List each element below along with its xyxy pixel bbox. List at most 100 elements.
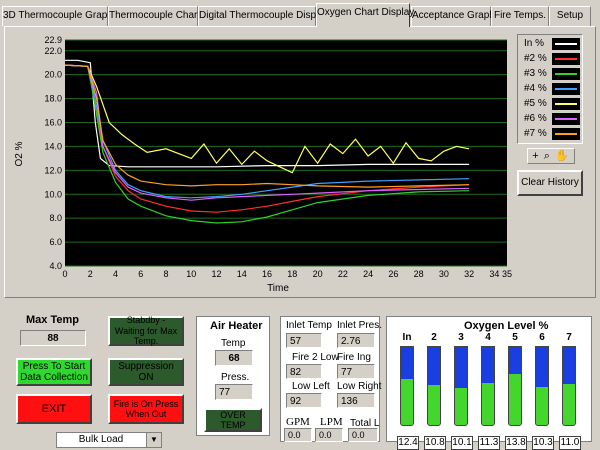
suppression-indicator: Suppression ON (108, 358, 184, 386)
x-tick-label: 16 (262, 269, 272, 279)
exit-button[interactable]: EXIT (16, 394, 92, 424)
oxygen-gauge-label: 6 (539, 332, 545, 343)
oxygen-gauge-label: 3 (458, 332, 464, 343)
x-tick-label: 18 (287, 269, 297, 279)
legend-swatch (552, 53, 580, 65)
gpm-value: 0.0 (284, 428, 312, 442)
x-tick-label: 2 (88, 269, 93, 279)
fire-on-button[interactable]: Fire is On Press When Out (108, 394, 184, 424)
dropdown-arrow-icon[interactable]: ▼ (146, 433, 161, 447)
legend-swatch-line (555, 43, 577, 45)
load-select[interactable]: Bulk Load ▼ (56, 432, 162, 448)
graph-palette[interactable]: + ⌕ ✋ (527, 148, 575, 164)
legend-label: #2 % (524, 53, 547, 64)
lpm-value: 0.0 (315, 428, 343, 442)
oxygen-gauge-value: 10.8 (424, 436, 446, 450)
air-heater-title: Air Heater (210, 320, 263, 332)
oxygen-gauge-fill (536, 386, 548, 425)
air-heater-temp-label: Temp (221, 338, 246, 349)
oxygen-gauge-tube (454, 346, 468, 426)
legend-label: #4 % (524, 83, 547, 94)
legend-item[interactable]: #7 % (520, 127, 580, 141)
over-temp-indicator: OVER TEMP (204, 408, 262, 432)
legend-item[interactable]: In % (520, 37, 580, 51)
x-tick-label: 12 (212, 269, 222, 279)
legend-label: In % (524, 38, 545, 49)
x-tick-label: 35 (502, 269, 512, 279)
legend-swatch-line (555, 133, 577, 135)
oxygen-gauge-fill (455, 387, 467, 425)
x-tick-label: 0 (62, 269, 67, 279)
oxygen-gauge-fill (509, 373, 521, 425)
oxygen-gauge-fill (401, 378, 413, 425)
oxygen-gauge-tube (400, 346, 414, 426)
x-tick-label: 22 (338, 269, 348, 279)
legend-item[interactable]: #6 % (520, 112, 580, 126)
tab-acceptance-graph[interactable]: Acceptance Graph (411, 6, 495, 26)
oxygen-chart: 22.922.0 20.0 18.0 16.0 14.0 12.0 10.0 8.0 6.0 4.… (14, 35, 512, 294)
air-heater-press-label: Press. (221, 372, 250, 383)
y-tick-label: 16.0 (44, 118, 62, 128)
x-tick-label: 10 (186, 269, 196, 279)
inlet-pres-value: 2.76 (337, 333, 375, 348)
x-tick-label: 6 (138, 269, 143, 279)
air-heater-temp-value: 68 (215, 350, 253, 366)
tab-3d-thermocouple-graph[interactable]: 3D Thermocouple Graph (2, 6, 113, 26)
legend-item[interactable]: #4 % (520, 82, 580, 96)
max-temp-label: Max Temp (26, 314, 79, 326)
legend-swatch-line (555, 88, 577, 90)
inlet-temp-label: Inlet Temp (286, 320, 332, 331)
max-temp-value: 88 (20, 330, 86, 346)
y-tick-label: 4.0 (49, 261, 62, 271)
x-tick-label: 26 (388, 269, 398, 279)
oxygen-gauge-tube (481, 346, 495, 426)
fire-2-low-value: 82 (286, 364, 322, 379)
tab-thermocouple-chart[interactable]: Thermocouple Chart (108, 6, 200, 26)
x-tick-label: 8 (164, 269, 169, 279)
legend-label: #3 % (524, 68, 547, 79)
gpm-label: GPM (286, 416, 310, 428)
tab-fire-temps[interactable]: Fire Temps. (491, 6, 549, 26)
y-tick-label: 8.0 (49, 213, 62, 223)
legend-swatch (552, 128, 580, 140)
start-data-collection-button[interactable]: Press To Start Data Collection (16, 358, 92, 386)
standby-indicator: Stabdby - Waiting for Max Temp. (108, 315, 184, 346)
legend-swatch (552, 113, 580, 125)
oxygen-gauge-fill (563, 384, 575, 425)
inlet-temp-value: 57 (286, 333, 322, 348)
tab-digital-thermocouple-display[interactable]: Digital Thermocouple Display (198, 6, 329, 26)
low-left-label: Low Left (292, 381, 330, 392)
x-tick-label: 28 (414, 269, 424, 279)
chart-legend[interactable]: In % #2 % #3 % #4 % #5 % #6 % #7 % (517, 34, 583, 144)
x-tick-label: 4 (113, 269, 118, 279)
x-tick-label: 14 (237, 269, 247, 279)
oxygen-gauge-label: 4 (485, 332, 491, 343)
oxygen-gauge-value: 10.1 (451, 436, 473, 450)
legend-label: #7 % (524, 128, 547, 139)
low-left-value: 92 (286, 393, 322, 408)
x-tick-label: 32 (464, 269, 474, 279)
legend-item[interactable]: #5 % (520, 97, 580, 111)
y-axis-ticks: 22.922.0 20.0 18.0 16.0 14.0 12.0 10.0 8.0 6.0 4.… (44, 35, 62, 271)
oxygen-gauge-label: In (402, 332, 412, 343)
clear-history-button[interactable]: Clear History (517, 170, 583, 196)
fire-2-low-label: Fire 2 Low (292, 352, 339, 363)
oxygen-gauge-value: 11.3 (478, 436, 500, 450)
inlet-pres-label: Inlet Pres. (337, 320, 383, 331)
tab-bar: 3D Thermocouple Graph Thermocouple Chart… (0, 0, 600, 27)
legend-swatch (552, 98, 580, 110)
load-select-value: Bulk Load (78, 434, 124, 445)
y-tick-label: 20.0 (44, 70, 62, 80)
oxygen-level-title: Oxygen Level % (464, 320, 549, 332)
low-right-label: Low Right (337, 381, 382, 392)
tab-oxygen-chart-display[interactable]: Oxygen Chart Display (316, 3, 414, 27)
oxygen-gauge-tube (508, 346, 522, 426)
oxygen-gauge-tube (535, 346, 549, 426)
legend-item[interactable]: #2 % (520, 52, 580, 66)
oxygen-gauge-fill (482, 382, 494, 425)
oxygen-gauge-label: 7 (566, 332, 572, 343)
x-tick-label: 20 (313, 269, 323, 279)
legend-item[interactable]: #3 % (520, 67, 580, 81)
tab-setup[interactable]: Setup (549, 6, 591, 26)
y-tick-label: 18.0 (44, 94, 62, 104)
